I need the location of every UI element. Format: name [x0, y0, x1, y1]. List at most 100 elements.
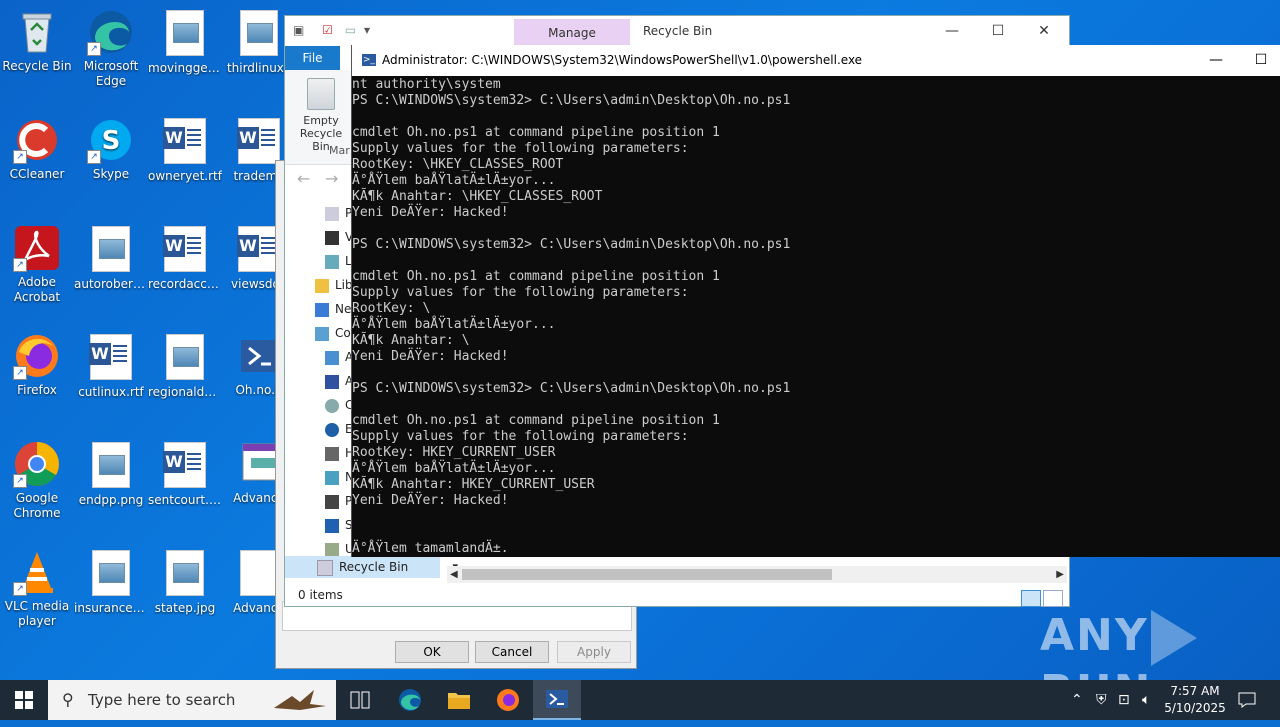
desktop-icon-file[interactable]: insurances.... — [74, 548, 148, 616]
shortcut-arrow-icon: ↗ — [13, 258, 27, 272]
nav-item[interactable]: V — [325, 226, 353, 248]
security-icon[interactable]: ⛨ — [1096, 680, 1107, 720]
svg-text:S: S — [102, 126, 121, 156]
taskbar-file-explorer[interactable] — [435, 680, 483, 720]
nav-item[interactable]: P — [325, 202, 352, 224]
desktop-icon-file[interactable]: W recordacc.... — [148, 224, 222, 292]
shortcut-arrow-icon: ↗ — [13, 150, 27, 164]
image-file-icon — [87, 226, 135, 274]
taskbar-powershell[interactable] — [533, 680, 581, 720]
libraries-icon — [315, 278, 329, 293]
cancel-button[interactable]: Cancel — [475, 641, 549, 663]
desktop-icon-edge[interactable]: ↗ Microsoft Edge — [74, 8, 148, 89]
maximize-icon[interactable]: ☐ — [975, 16, 1021, 46]
nav-item[interactable]: Co — [315, 322, 351, 344]
console-line: cmdlet Oh.no.ps1 at command pipeline pos… — [352, 413, 720, 428]
desktop-icon-label: insurances.... — [74, 601, 148, 615]
nav-item[interactable]: Ne — [315, 298, 351, 320]
console-line: nt authority\system — [352, 77, 501, 92]
image-file-icon — [161, 10, 209, 58]
scrollbar-thumb[interactable] — [462, 569, 832, 580]
nav-item[interactable]: L — [325, 250, 352, 272]
nav-item[interactable]: S — [325, 514, 353, 536]
nav-item[interactable]: P — [325, 490, 352, 512]
desktop-icon-file[interactable]: endpp.png — [74, 440, 148, 508]
desktop-icon-acrobat[interactable]: ↗ Adobe Acrobat — [0, 224, 74, 305]
start-button[interactable] — [0, 680, 48, 720]
empty-recycle-bin-button[interactable]: Empty Recycle Bin — [291, 78, 351, 153]
network-icon[interactable]: ⊡ — [1118, 680, 1130, 720]
quick-access-toolbar[interactable]: ▣ ☑ ▭ ▾ — [293, 23, 370, 37]
windows-logo-icon — [15, 691, 33, 709]
drive-icon — [325, 254, 339, 269]
desktop-icon-file[interactable]: autorobert.... — [74, 224, 148, 292]
nav-item[interactable]: N — [325, 466, 354, 488]
desktop-icon-file[interactable]: W owneryet.rtf — [148, 116, 222, 184]
task-view-button[interactable] — [336, 680, 384, 720]
desktop-icon-recycle-bin[interactable]: Recycle Bin — [0, 8, 74, 74]
properties-check-icon[interactable]: ☑ — [322, 23, 333, 37]
hardware-icon — [325, 446, 339, 461]
volume-icon[interactable]: 🔈︎ — [1142, 680, 1150, 720]
recycle-bin-icon — [13, 8, 61, 56]
nav-item[interactable]: C — [325, 394, 353, 416]
minimize-icon[interactable]: — — [1193, 45, 1239, 76]
window-title: Administrator: C:\WINDOWS\System32\Windo… — [382, 53, 863, 67]
taskbar-clock[interactable]: 7:57 AM 5/10/2025 — [1160, 683, 1230, 717]
status-bar: 0 items — [285, 584, 1069, 607]
forward-arrow-icon[interactable]: → — [325, 169, 338, 188]
nav-item[interactable]: A — [325, 370, 353, 392]
word-file-icon: W — [161, 442, 209, 490]
notifications-icon[interactable] — [1238, 680, 1256, 720]
desktop-icon-file[interactable]: W sentcourt.rtf — [148, 440, 222, 508]
new-folder-icon[interactable]: ▭ — [345, 23, 356, 37]
large-icons-view-icon[interactable] — [1043, 590, 1063, 607]
taskbar-edge[interactable] — [386, 680, 434, 720]
nav-item[interactable]: H — [325, 442, 354, 464]
desktop-icon-file[interactable]: statep.jpg — [148, 548, 222, 616]
desktop-icon-skype[interactable]: S ↗ Skype — [74, 116, 148, 182]
nav-item[interactable]: A — [325, 346, 353, 368]
details-view-icon[interactable] — [1021, 590, 1041, 607]
desktop-icon-chrome[interactable]: ↗ Google Chrome — [0, 440, 74, 521]
desktop-icon-firefox[interactable]: ↗ Firefox — [0, 332, 74, 398]
taskbar-firefox[interactable] — [484, 680, 532, 720]
recycle-bin-icon — [317, 559, 333, 576]
console-line: cmdlet Oh.no.ps1 at command pipeline pos… — [352, 125, 720, 140]
tab-manage[interactable]: Manage — [514, 19, 630, 47]
taskbar-search[interactable]: ⚲ Type here to search — [48, 680, 336, 720]
console-output[interactable]: nt authority\system PS C:\WINDOWS\system3… — [352, 76, 1280, 558]
desktop-icon-file[interactable]: W cutlinux.rtf — [74, 332, 148, 400]
chevron-down-icon[interactable]: ▾ — [364, 23, 370, 37]
desktop-icon-file[interactable]: regionalda... — [148, 332, 222, 400]
tab-file[interactable]: File — [285, 46, 340, 70]
apply-button[interactable]: Apply — [557, 641, 631, 663]
vlc-icon: ↗ — [13, 548, 61, 596]
clock-date: 5/10/2025 — [1164, 701, 1226, 715]
minimize-icon[interactable]: — — [929, 16, 975, 46]
scroll-left-icon[interactable]: ◀ — [450, 566, 458, 583]
search-icon: ⚲ — [62, 690, 74, 709]
chevron-up-icon[interactable]: ⌃ — [1071, 680, 1083, 720]
clock-time: 7:57 AM — [1170, 684, 1220, 698]
back-arrow-icon[interactable]: ← — [297, 169, 310, 188]
nav-item-recycle-bin[interactable]: Recycle Bin ▾ — [285, 556, 458, 578]
console-line: KÃ¶k Anahtar: \HKEY_CLASSES_ROOT — [352, 189, 603, 204]
desktop-icon-vlc[interactable]: ↗ VLC media player — [0, 548, 74, 629]
maximize-icon[interactable]: ☐ — [1238, 45, 1280, 76]
shield-icon — [325, 518, 339, 533]
ok-button[interactable]: OK — [395, 641, 469, 663]
horizontal-scrollbar[interactable]: ◀ ▶ — [447, 566, 1067, 583]
desktop-icon-file[interactable]: movingget.... — [148, 8, 222, 76]
console-line: Yeni DeÄŸer: Hacked! — [352, 205, 509, 220]
folder-icon — [325, 206, 339, 221]
desktop-icon-label: CCleaner — [9, 167, 65, 181]
nav-item[interactable]: Lib — [315, 274, 353, 296]
nav-item[interactable]: E — [325, 418, 353, 440]
close-icon[interactable]: ✕ — [1021, 16, 1067, 46]
scroll-right-icon[interactable]: ▶ — [1056, 566, 1064, 583]
desktop-icon-ccleaner[interactable]: ↗ CCleaner — [0, 116, 74, 182]
control-panel-icon — [315, 326, 329, 341]
console-line: cmdlet Oh.no.ps1 at command pipeline pos… — [352, 269, 720, 284]
